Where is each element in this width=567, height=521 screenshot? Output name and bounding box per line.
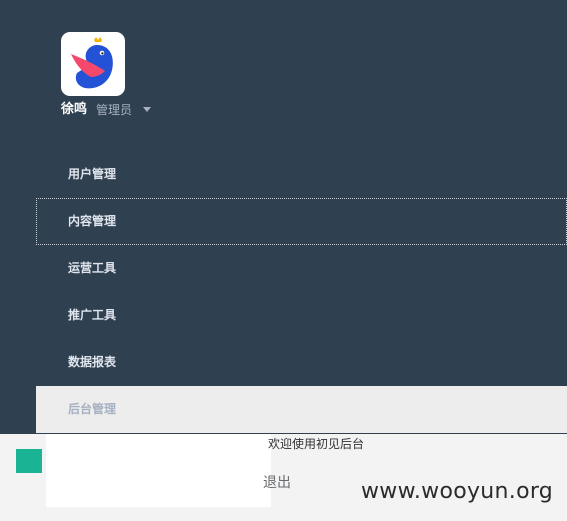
- sidebar-item-data-reports[interactable]: 数据报表: [36, 339, 567, 386]
- profile-name: 徐鸣: [61, 102, 88, 117]
- sidebar-item-promotion-tools[interactable]: 推广工具: [36, 292, 567, 339]
- search-panel: [46, 434, 271, 507]
- sidebar-item-backend-management[interactable]: 后台管理: [36, 386, 567, 433]
- profile-role-dropdown[interactable]: 管理员: [96, 101, 132, 119]
- caret-down-icon[interactable]: [143, 107, 151, 112]
- bird-logo-icon: [71, 37, 113, 89]
- menu-toggle-button[interactable]: [16, 449, 42, 473]
- watermark: www.wooyun.org: [361, 479, 554, 504]
- sidebar-nav: 用户管理 内容管理 运营工具 推广工具 数据报表 后台管理: [36, 151, 567, 433]
- sidebar-item-content-management[interactable]: 内容管理: [36, 198, 567, 245]
- sidebar-item-user-management[interactable]: 用户管理: [36, 151, 567, 198]
- app-logo: [61, 32, 125, 96]
- sidebar-item-operation-tools[interactable]: 运营工具: [36, 245, 567, 292]
- welcome-message: 欢迎使用初见后台: [268, 437, 365, 451]
- logout-link[interactable]: 退出: [263, 474, 291, 492]
